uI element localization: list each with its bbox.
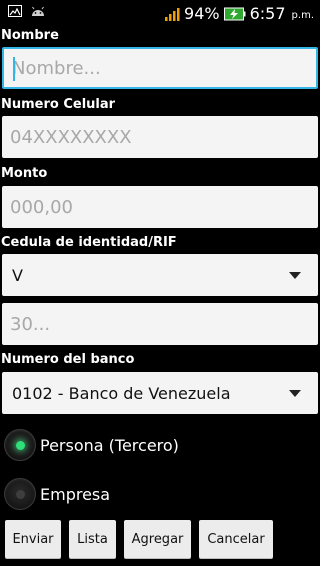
nombre-input[interactable] (4, 49, 316, 87)
dropdown-arrow-icon (289, 390, 301, 397)
cedula-label: Cedula de identidad/RIF (1, 235, 177, 250)
android-icon (30, 5, 46, 17)
banco-select[interactable]: 0102 - Banco de Venezuela (2, 372, 318, 414)
clock-time: 6:57 (249, 4, 286, 23)
radio-empresa[interactable]: Empresa (4, 478, 110, 510)
system-status: 94% 6:57 p.m. (164, 4, 314, 23)
radio-selected-indicator (16, 441, 25, 450)
battery-percent: 94% (184, 4, 220, 23)
radio-button[interactable] (4, 429, 36, 461)
nombre-label: Nombre (1, 28, 59, 43)
monto-label: Monto (1, 166, 48, 181)
enviar-button[interactable]: Enviar (5, 520, 61, 558)
dropdown-arrow-icon (289, 272, 301, 279)
notification-icons (8, 5, 46, 17)
battery-charging-icon (223, 7, 246, 21)
image-icon (8, 5, 22, 17)
radio-button[interactable] (4, 478, 36, 510)
cedula-field-container (2, 303, 318, 345)
text-cursor (13, 57, 15, 81)
monto-field-container (2, 186, 318, 228)
celular-input[interactable] (2, 116, 318, 158)
cedula-type-value: V (12, 265, 23, 285)
cedula-type-select[interactable]: V (2, 254, 318, 296)
banco-label: Numero del banco (1, 352, 135, 367)
celular-label: Numero Celular (1, 97, 116, 112)
monto-input[interactable] (2, 186, 318, 228)
banco-value: 0102 - Banco de Venezuela (12, 383, 231, 403)
radio-persona-label: Persona (Tercero) (40, 435, 179, 455)
radio-unselected-indicator (16, 490, 25, 499)
radio-persona[interactable]: Persona (Tercero) (4, 429, 179, 461)
status-bar: 94% 6:57 p.m. (0, 0, 320, 25)
lista-button[interactable]: Lista (69, 520, 116, 558)
radio-empresa-label: Empresa (40, 484, 111, 504)
agregar-button[interactable]: Agregar (124, 520, 191, 558)
cancelar-button[interactable]: Cancelar (199, 520, 273, 558)
signal-icon (164, 6, 180, 22)
clock-ampm: p.m. (291, 10, 314, 21)
celular-field-container (2, 116, 318, 158)
cedula-input[interactable] (2, 303, 318, 345)
nombre-field-container (2, 47, 318, 89)
